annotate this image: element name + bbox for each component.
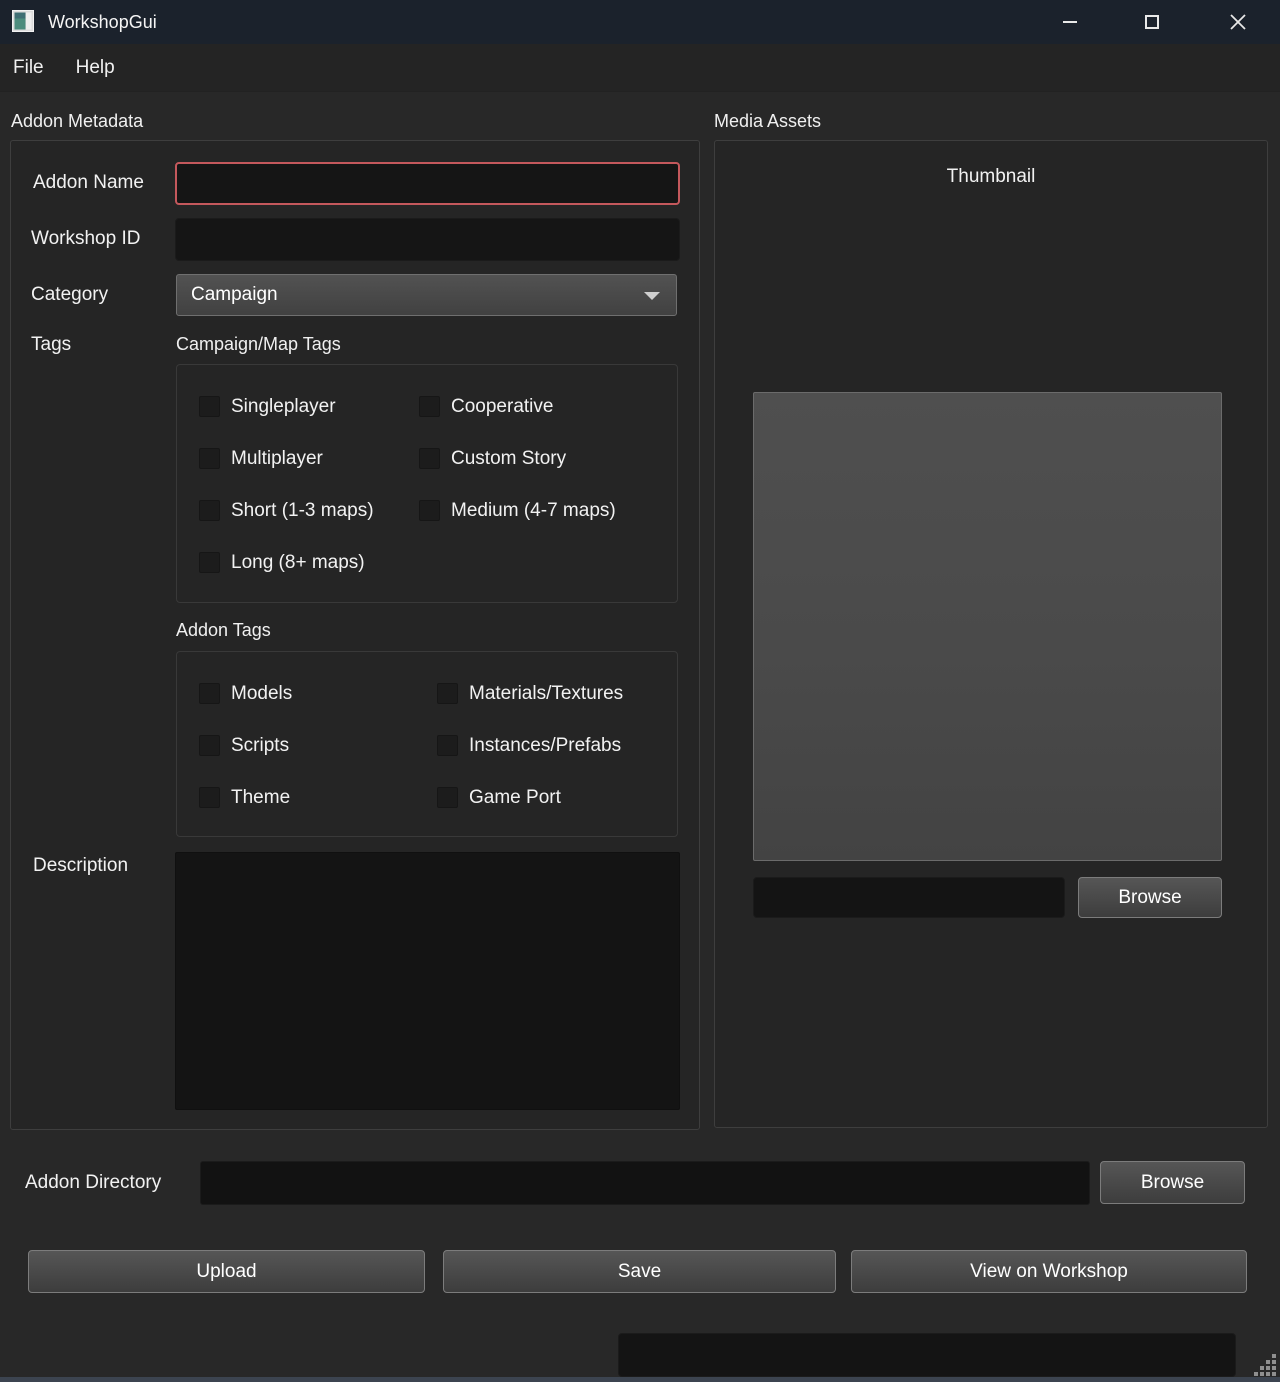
tag-item[interactable]: Medium (4-7 maps) — [419, 499, 677, 522]
checkbox-multiplayer[interactable] — [199, 448, 220, 469]
checkbox-theme[interactable] — [199, 787, 220, 808]
checkbox-medium[interactable] — [419, 500, 440, 521]
title-bar: WorkshopGui — [0, 0, 1280, 44]
window-title: WorkshopGui — [48, 0, 157, 44]
view-on-workshop-button[interactable]: View on Workshop — [851, 1250, 1247, 1293]
tag-item[interactable]: Long (8+ maps) — [199, 551, 419, 574]
tag-item[interactable]: Multiplayer — [199, 447, 419, 470]
tag-item[interactable]: Materials/Textures — [437, 682, 677, 705]
campaign-map-tags-group: Singleplayer Cooperative Multiplayer Cus… — [176, 364, 678, 603]
tag-item[interactable]: Theme — [199, 786, 437, 809]
addon-metadata-title: Addon Metadata — [11, 111, 143, 132]
checkbox-instances-prefabs[interactable] — [437, 735, 458, 756]
tag-item[interactable]: Instances/Prefabs — [437, 734, 677, 757]
tag-item[interactable]: Game Port — [437, 786, 677, 809]
resize-grip[interactable] — [1250, 1350, 1278, 1378]
checkbox-models[interactable] — [199, 683, 220, 704]
tag-item[interactable]: Singleplayer — [199, 395, 419, 418]
minimize-icon — [1063, 21, 1077, 23]
workshop-id-input[interactable] — [175, 218, 680, 261]
close-button[interactable] — [1208, 0, 1268, 44]
thumbnail-browse-button[interactable]: Browse — [1078, 877, 1222, 918]
maximize-icon — [1145, 15, 1159, 29]
checkbox-cooperative[interactable] — [419, 396, 440, 417]
addon-tags-title: Addon Tags — [176, 620, 271, 641]
checkbox-singleplayer[interactable] — [199, 396, 220, 417]
tag-item[interactable]: Cooperative — [419, 395, 677, 418]
addon-directory-browse-button[interactable]: Browse — [1100, 1161, 1245, 1204]
menu-bar: File Help — [0, 44, 1280, 92]
description-textarea[interactable] — [175, 852, 680, 1110]
checkbox-scripts[interactable] — [199, 735, 220, 756]
app-icon — [12, 10, 34, 32]
chevron-down-icon — [644, 292, 660, 300]
thumbnail-path-input[interactable] — [753, 877, 1065, 918]
workshop-id-label: Workshop ID — [31, 228, 140, 250]
category-dropdown[interactable]: Campaign — [176, 274, 677, 316]
tag-item[interactable]: Scripts — [199, 734, 437, 757]
tag-item[interactable]: Short (1-3 maps) — [199, 499, 419, 522]
thumbnail-label: Thumbnail — [714, 166, 1268, 188]
checkbox-short[interactable] — [199, 500, 220, 521]
menu-file[interactable]: File — [0, 44, 60, 92]
checkbox-game-port[interactable] — [437, 787, 458, 808]
close-icon — [1230, 14, 1246, 30]
media-assets-title: Media Assets — [714, 111, 821, 132]
addon-name-label: Addon Name — [33, 172, 144, 194]
maximize-button[interactable] — [1122, 0, 1182, 44]
addon-directory-label: Addon Directory — [25, 1172, 161, 1194]
window-bottom-edge — [0, 1377, 1280, 1382]
upload-button[interactable]: Upload — [28, 1250, 425, 1293]
category-selected-value: Campaign — [191, 284, 278, 306]
save-button[interactable]: Save — [443, 1250, 836, 1293]
checkbox-custom-story[interactable] — [419, 448, 440, 469]
tags-label: Tags — [31, 334, 71, 356]
category-label: Category — [31, 284, 108, 306]
campaign-map-tags-title: Campaign/Map Tags — [176, 334, 341, 355]
checkbox-materials-textures[interactable] — [437, 683, 458, 704]
thumbnail-preview — [753, 392, 1222, 861]
tag-item[interactable]: Custom Story — [419, 447, 677, 470]
minimize-button[interactable] — [1040, 0, 1100, 44]
addon-name-input[interactable] — [175, 162, 680, 205]
checkbox-long[interactable] — [199, 552, 220, 573]
tag-item[interactable]: Models — [199, 682, 437, 705]
addon-tags-group: Models Materials/Textures Scripts Instan… — [176, 651, 678, 837]
description-label: Description — [33, 855, 128, 877]
menu-help[interactable]: Help — [60, 44, 131, 92]
addon-directory-input[interactable] — [200, 1161, 1090, 1205]
status-input[interactable] — [618, 1333, 1236, 1377]
